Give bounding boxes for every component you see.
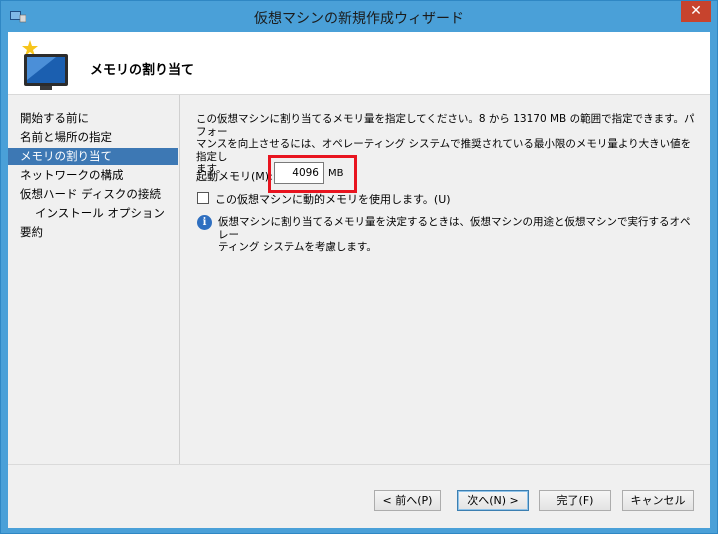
info-line: 仮想マシンに割り当てるメモリ量を決定するときは、仮想マシンの用途と仮想マシンで実… <box>218 216 691 241</box>
memory-unit-label: MB <box>328 168 344 179</box>
page-title: メモリの割り当て <box>90 63 195 78</box>
info-line: ティング システムを考慮します。 <box>218 241 377 253</box>
close-button[interactable]: ✕ <box>681 1 711 22</box>
wizard-client-area: メモリの割り当て 開始する前に 名前と場所の指定 メモリの割り当て ネットワーク… <box>8 32 710 528</box>
startup-memory-label: 起動メモリ(M): <box>196 170 273 183</box>
nav-item-summary[interactable]: 要約 <box>8 224 178 241</box>
dynamic-memory-label[interactable]: この仮想マシンに動的メモリを使用します。(U) <box>215 191 451 207</box>
new-vm-wizard-icon <box>22 40 68 90</box>
nav-item-configure-networking[interactable]: ネットワークの構成 <box>8 167 178 184</box>
back-button[interactable]: < 前へ(P) <box>374 490 441 511</box>
wizard-content: この仮想マシンに割り当てるメモリ量を指定してください。8 から 13170 MB… <box>180 95 710 464</box>
nav-item-connect-virtual-hard-disk[interactable]: 仮想ハード ディスクの接続 <box>8 186 178 203</box>
wizard-step-list: 開始する前に 名前と場所の指定 メモリの割り当て ネットワークの構成 仮想ハード… <box>8 95 180 464</box>
title-bar[interactable]: 仮想マシンの新規作成ウィザード ✕ <box>1 1 717 32</box>
wizard-header: メモリの割り当て <box>8 32 710 95</box>
info-icon: i <box>197 215 212 230</box>
footer-separator <box>8 464 710 465</box>
dynamic-memory-checkbox[interactable] <box>197 192 209 204</box>
cancel-button[interactable]: キャンセル <box>622 490 694 511</box>
finish-button[interactable]: 完了(F) <box>539 490 611 511</box>
nav-item-installation-options[interactable]: インストール オプション <box>8 205 178 222</box>
wizard-window: 仮想マシンの新規作成ウィザード ✕ メモリの割り当て 開始する前に 名前と場所の… <box>0 0 718 534</box>
nav-item-assign-memory[interactable]: メモリの割り当て <box>8 148 178 165</box>
description-line: この仮想マシンに割り当てるメモリ量を指定してください。8 から 13170 MB… <box>196 113 695 138</box>
memory-info-text: 仮想マシンに割り当てるメモリ量を決定するときは、仮想マシンの用途と仮想マシンで実… <box>218 216 696 254</box>
nav-item-name-and-location[interactable]: 名前と場所の指定 <box>8 129 178 146</box>
startup-memory-input[interactable]: 4096 <box>274 162 324 184</box>
next-button[interactable]: 次へ(N) > <box>457 490 529 511</box>
nav-item-before-you-begin[interactable]: 開始する前に <box>8 110 178 127</box>
window-title: 仮想マシンの新規作成ウィザード <box>254 11 464 27</box>
